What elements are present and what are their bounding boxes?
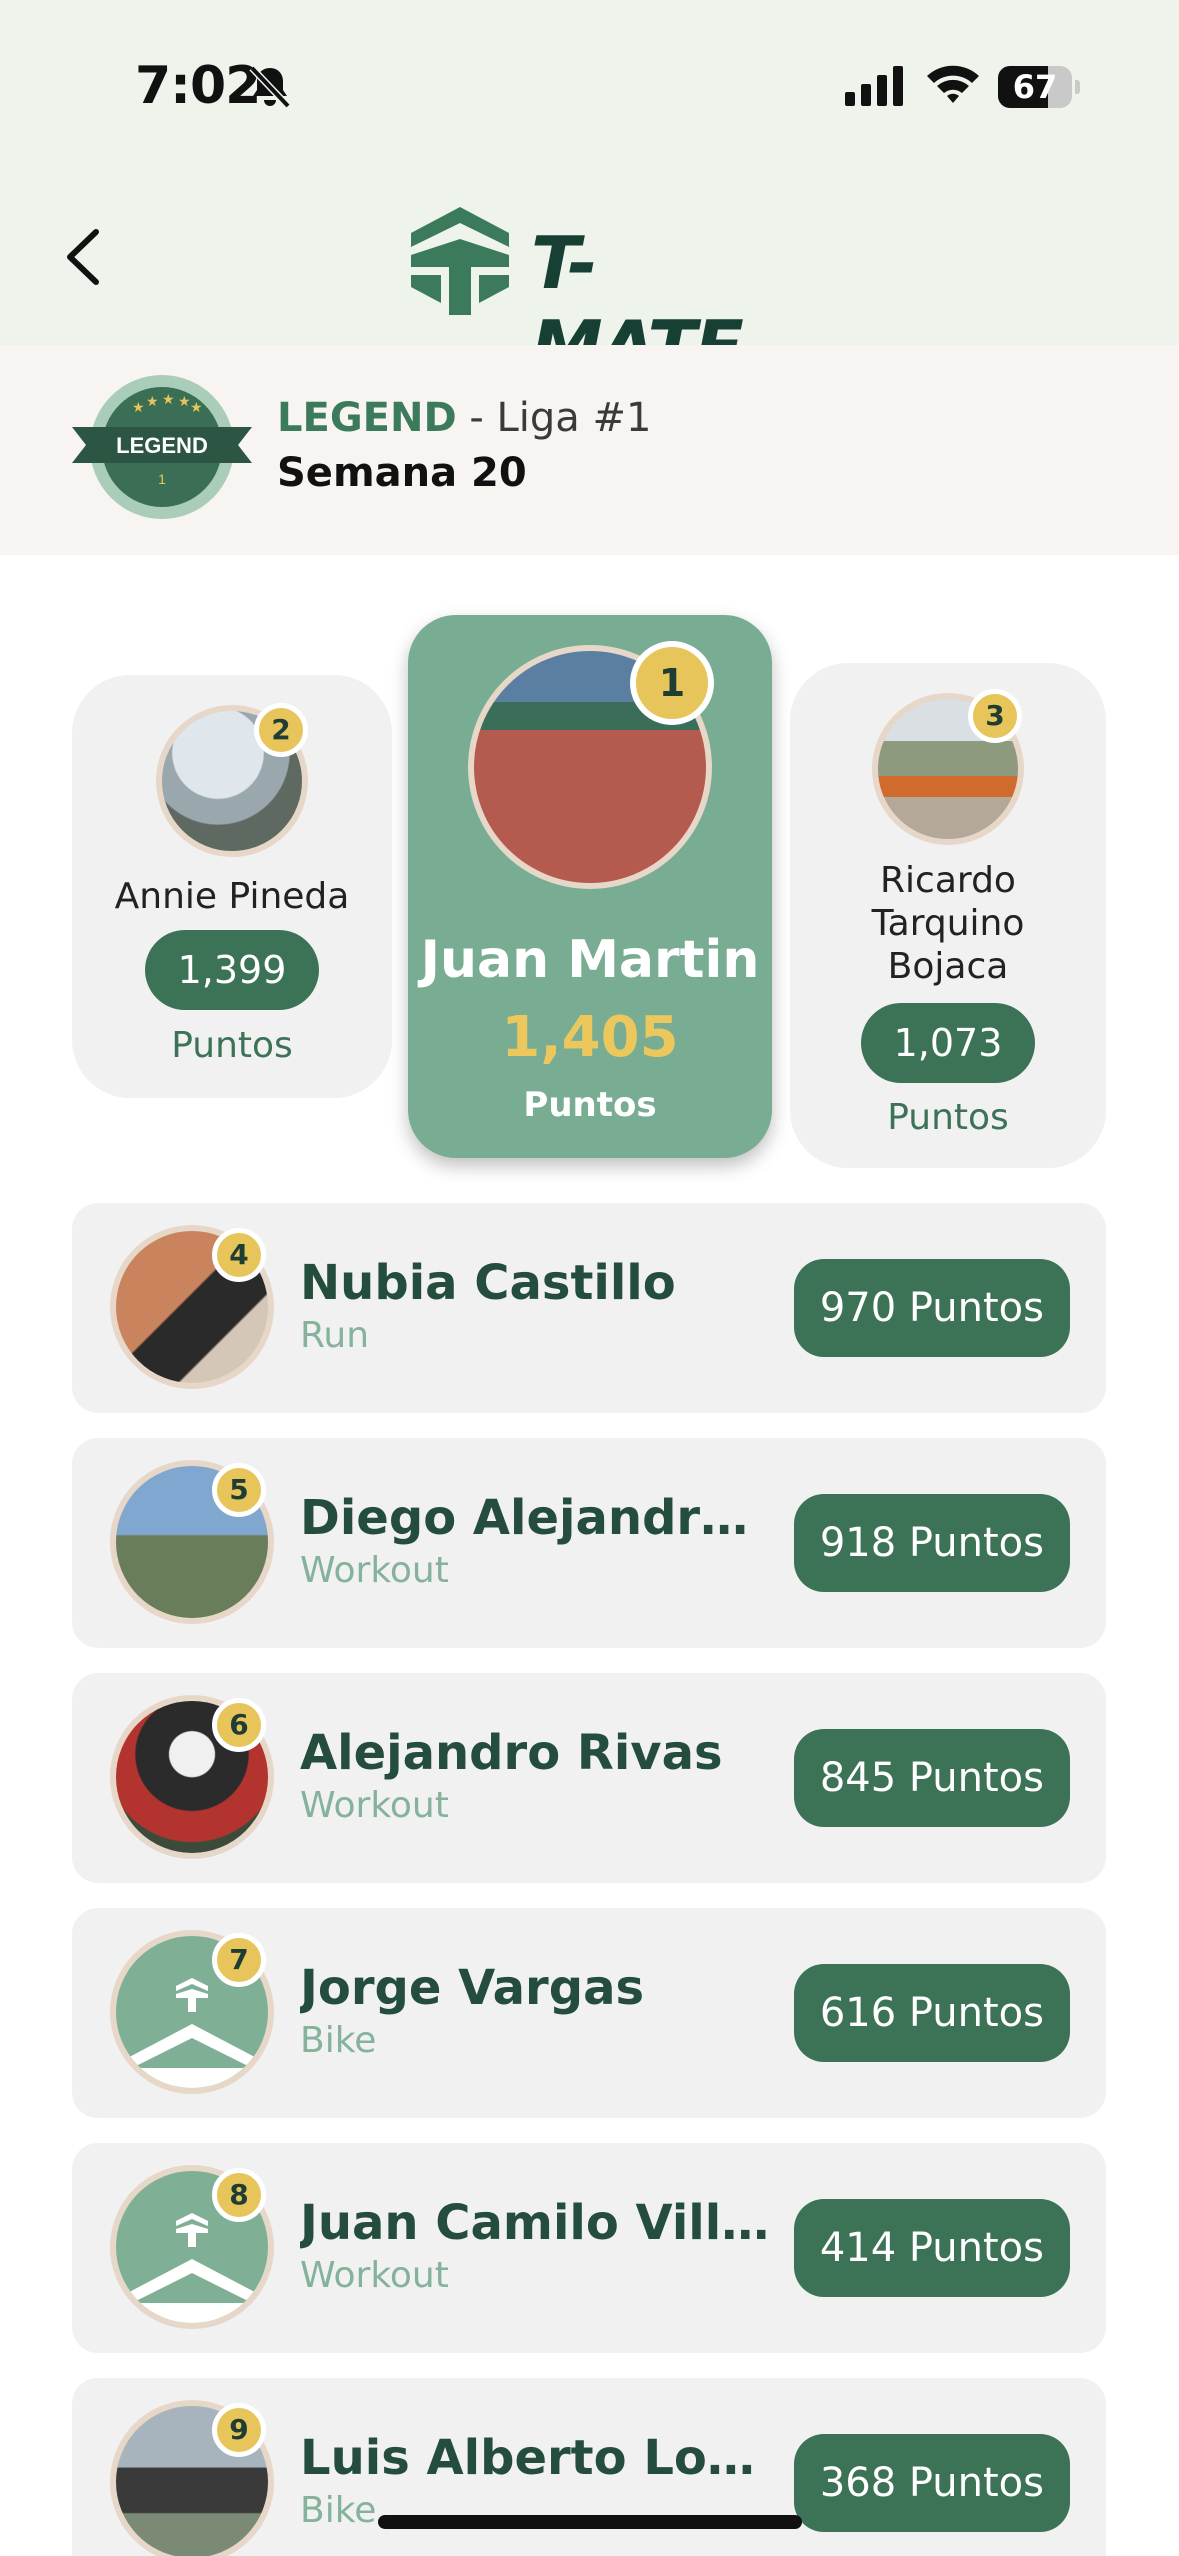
podium-points-label: Puntos: [887, 1097, 1009, 1138]
legend-badge-icon: ★ ★ ★ ★ ★ LEGEND 1: [72, 375, 252, 519]
rank-badge: 3: [968, 689, 1022, 743]
status-time: 7:02: [135, 56, 261, 116]
athlete-name: Luis Alberto Lover...: [300, 2430, 780, 2486]
league-liga: - Liga #1: [456, 395, 652, 441]
athlete-sport: Workout: [300, 1785, 449, 1826]
badge-level: 1: [158, 471, 166, 487]
app-logo: T-MATE: [405, 203, 775, 389]
rank-badge: 4: [212, 1228, 266, 1282]
battery-indicator: 67: [998, 66, 1080, 108]
podium-name: Annie Pineda: [114, 876, 350, 917]
podium-name: Ricardo Tarquino Bojaca: [871, 860, 1025, 987]
bell-muted-icon: [249, 65, 291, 109]
ranking-row[interactable]: 5 Diego Alejandro F... Workout 918 Punto…: [72, 1438, 1106, 1648]
badge-text: LEGEND: [116, 433, 208, 458]
points-pill: 616 Puntos: [793, 1964, 1070, 2062]
athlete-name: Juan Camilo Villa...: [300, 2195, 780, 2251]
svg-text:★: ★: [132, 400, 145, 416]
svg-text:★: ★: [190, 400, 203, 416]
ranking-row[interactable]: 7 Jorge Vargas Bike 616 Puntos: [72, 1908, 1106, 2118]
athlete-name: Alejandro Rivas: [300, 1725, 723, 1781]
rank-badge: 6: [212, 1698, 266, 1752]
battery-level-text: 67: [1012, 68, 1058, 106]
podium-second-place[interactable]: 2 Annie Pineda 1,399 Puntos: [72, 675, 392, 1098]
podium-points: 1,405: [501, 1005, 679, 1070]
cellular-signal-icon: [845, 66, 903, 106]
athlete-name: Nubia Castillo: [300, 1255, 676, 1311]
podium-points-label: Puntos: [171, 1025, 293, 1066]
athlete-sport: Workout: [300, 1550, 449, 1591]
home-indicator[interactable]: [378, 2515, 802, 2529]
rank-badge: 5: [212, 1463, 266, 1517]
back-chevron-icon[interactable]: [58, 222, 118, 292]
athlete-name: Diego Alejandro F...: [300, 1490, 780, 1546]
athlete-sport: Bike: [300, 2490, 377, 2531]
athlete-name: Jorge Vargas: [300, 1960, 645, 2016]
ranking-row[interactable]: 4 Nubia Castillo Run 970 Puntos: [72, 1203, 1106, 1413]
points-pill: 845 Puntos: [793, 1729, 1070, 1827]
ranking-row[interactable]: 6 Alejandro Rivas Workout 845 Puntos: [72, 1673, 1106, 1883]
podium-name: Juan Martin: [420, 930, 760, 990]
rank-badge: 9: [212, 2403, 266, 2457]
ranking-row[interactable]: 9 Luis Alberto Lover... Bike 368 Puntos: [72, 2378, 1106, 2556]
podium-points: 1,073: [861, 1003, 1035, 1083]
points-pill: 414 Puntos: [793, 2199, 1070, 2297]
rank-badge: 8: [212, 2168, 266, 2222]
league-title: LEGEND - Liga #1: [277, 395, 652, 441]
athlete-sport: Bike: [300, 2020, 377, 2061]
svg-text:★: ★: [146, 394, 159, 410]
rank-badge: 1: [630, 641, 714, 725]
svg-text:★: ★: [178, 394, 191, 410]
athlete-sport: Run: [300, 1315, 370, 1356]
rank-badge: 2: [254, 703, 308, 757]
athlete-sport: Workout: [300, 2255, 449, 2296]
league-tier: LEGEND: [277, 395, 457, 441]
tmate-logo-icon: [411, 207, 509, 315]
svg-text:★: ★: [162, 392, 175, 408]
podium-points: 1,399: [145, 930, 319, 1010]
points-pill: 918 Puntos: [793, 1494, 1070, 1592]
points-pill: 368 Puntos: [793, 2434, 1070, 2532]
points-pill: 970 Puntos: [793, 1259, 1070, 1357]
podium-first-place[interactable]: 1 Juan Martin 1,405 Puntos: [408, 615, 772, 1158]
wifi-icon: [927, 65, 979, 103]
league-week: Semana 20: [277, 450, 527, 496]
rank-badge: 7: [212, 1933, 266, 1987]
ranking-row[interactable]: 8 Juan Camilo Villa... Workout 414 Punto…: [72, 2143, 1106, 2353]
podium-points-label: Puntos: [523, 1085, 657, 1125]
podium-third-place[interactable]: 3 Ricardo Tarquino Bojaca 1,073 Puntos: [790, 663, 1106, 1168]
